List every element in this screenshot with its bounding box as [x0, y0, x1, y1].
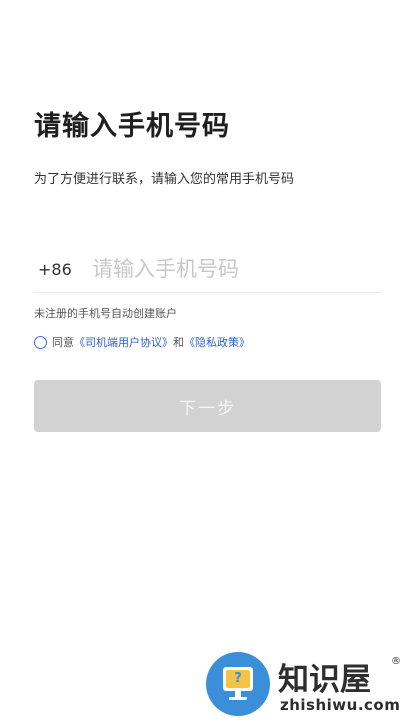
page-subtitle: 为了方便进行联系，请输入您的常用手机号码: [34, 172, 295, 187]
page-title: 请输入手机号码: [34, 111, 230, 142]
country-code-selector[interactable]: +86: [34, 260, 92, 279]
privacy-policy-link[interactable]: 《隐私政策》: [184, 334, 250, 350]
watermark-domain: zhishiwu.com: [280, 696, 401, 714]
question-mark-glyph: ?: [226, 670, 250, 688]
watermark-logo: ? 知识屋 ® zhishiwu.com: [206, 652, 402, 718]
agreement-prefix: 同意: [52, 336, 74, 349]
driver-user-agreement-link[interactable]: 《司机端用户协议》: [74, 334, 173, 350]
radio-unchecked-icon[interactable]: [34, 335, 47, 349]
registered-mark: ®: [391, 656, 401, 667]
monitor-question-icon: ?: [206, 652, 270, 716]
auto-register-hint: 未注册的手机号自动创建账户: [34, 307, 177, 320]
watermark-name: 知识屋: [278, 662, 371, 698]
phone-field-row: +86: [34, 246, 380, 293]
agreement-connector: 和: [173, 336, 184, 349]
agreement-row: 同意 《司机端用户协议》 和 《隐私政策》: [34, 334, 250, 350]
next-step-button[interactable]: 下一步: [34, 380, 381, 432]
phone-input[interactable]: [92, 257, 362, 281]
